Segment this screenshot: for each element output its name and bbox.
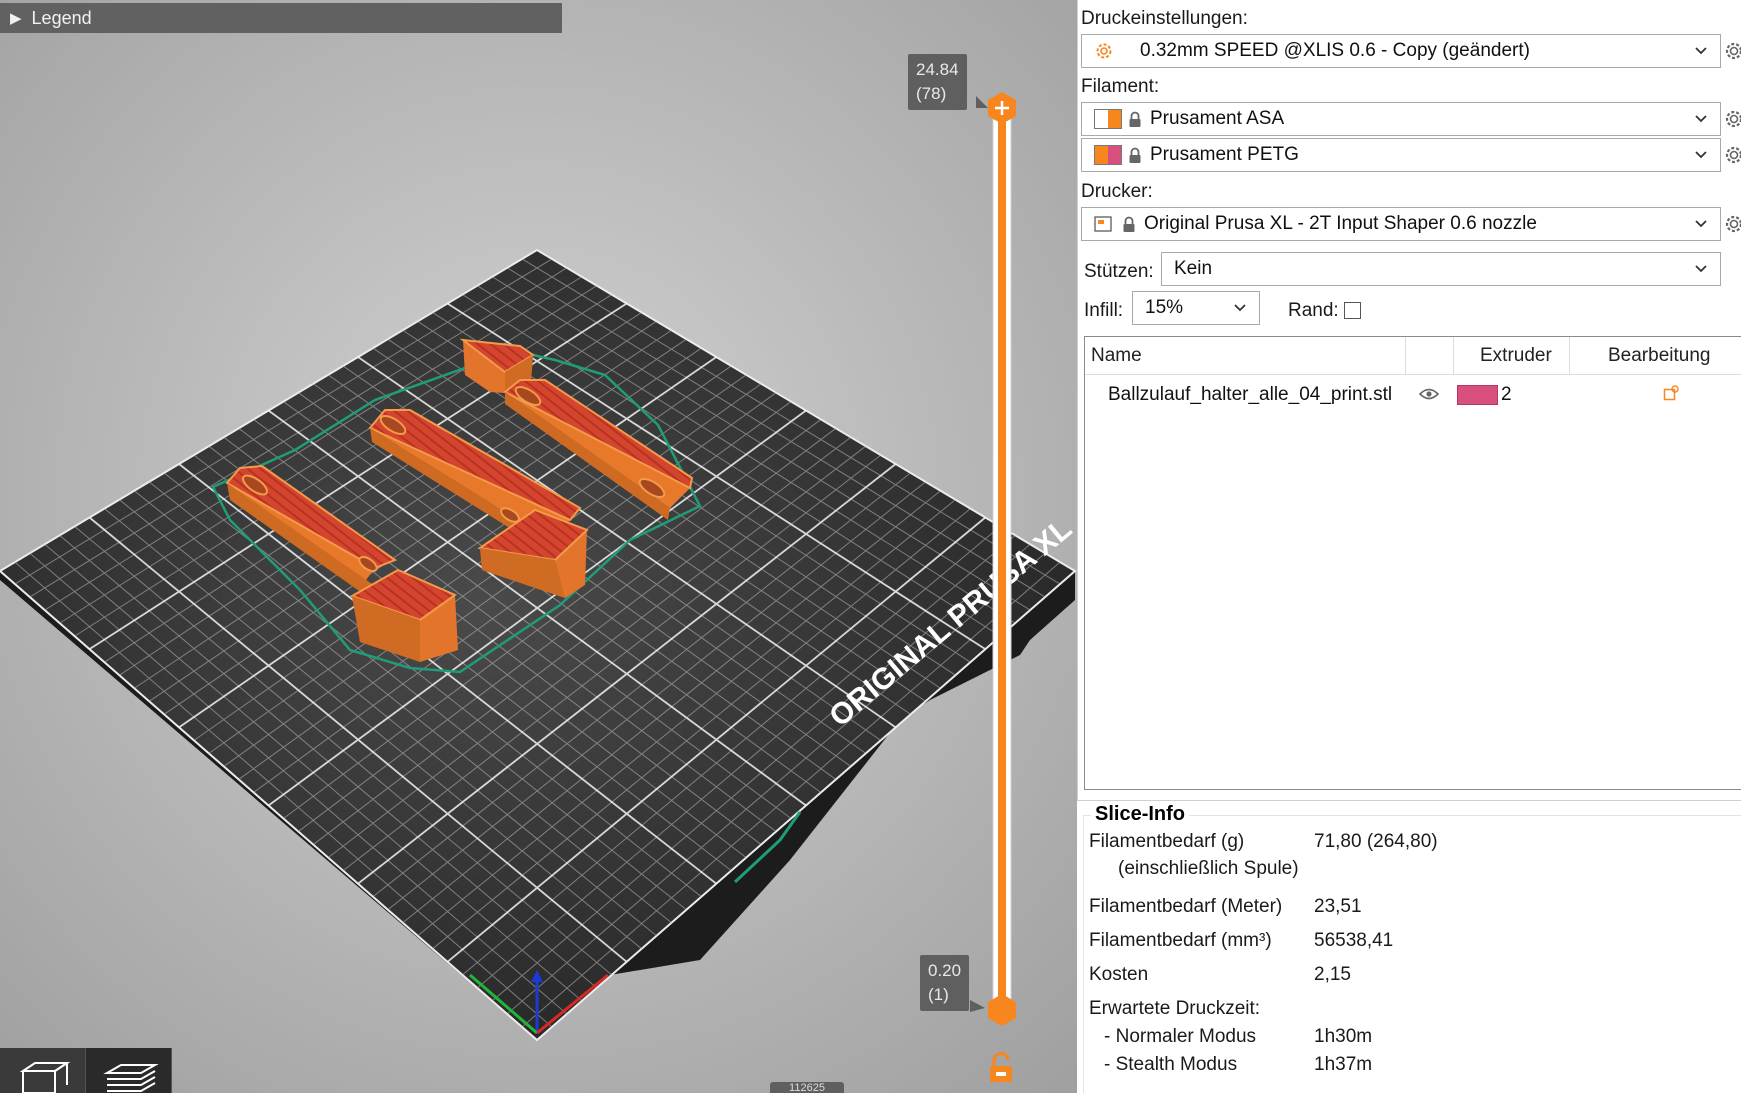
slice-info-title: Slice-Info	[1091, 803, 1190, 826]
chevron-down-icon	[1695, 47, 1707, 55]
move-counter: 112625	[770, 1082, 844, 1093]
col-name-header[interactable]: Name	[1091, 345, 1142, 367]
expand-triangle-icon: ▶	[10, 10, 22, 27]
edit-settings-icon[interactable]	[1663, 385, 1679, 401]
extruder-color-swatch	[1457, 385, 1498, 405]
supports-value: Kein	[1174, 258, 1213, 279]
infill-label: Infill:	[1084, 300, 1124, 321]
eye-icon[interactable]	[1419, 388, 1439, 400]
printer-value: Original Prusa XL - 2T Input Shaper 0.6 …	[1144, 213, 1537, 234]
print-time-label: Erwartete Druckzeit:	[1089, 998, 1261, 1019]
supports-combo[interactable]: Kein	[1161, 252, 1721, 286]
filament-2-name: Prusament PETG	[1150, 144, 1299, 165]
chevron-down-icon	[1695, 115, 1707, 123]
filament-label: Filament:	[1081, 76, 1160, 97]
3d-view-button[interactable]	[0, 1048, 86, 1093]
legend-toggle[interactable]: ▶ Legend	[0, 3, 562, 33]
filament-color-swatch	[1094, 109, 1122, 129]
print-settings-value: 0.32mm SPEED @XLIS 0.6 - Copy (geändert)	[1140, 40, 1530, 61]
bottom-layer-height: 0.20	[928, 961, 962, 980]
printer-combo[interactable]: Original Prusa XL - 2T Input Shaper 0.6 …	[1081, 207, 1721, 241]
printer-label: Drucker:	[1081, 181, 1153, 202]
top-layer-height: 24.84	[916, 60, 959, 79]
view-mode-buttons	[0, 1048, 172, 1093]
3d-preview-viewport[interactable]: ORIGINAL PRUSA XL ▶ Legend 24.84 (78) 0.…	[0, 0, 1077, 1093]
object-name: Ballzulauf_halter_alle_04_print.stl	[1108, 384, 1393, 405]
filament-weight-label: Filamentbedarf (g)	[1089, 831, 1245, 852]
bottom-layer-tooltip: 0.20 (1)	[920, 955, 970, 1011]
cube-icon	[19, 1062, 70, 1093]
cost-value: 2,15	[1314, 964, 1351, 985]
top-layer-number: (78)	[916, 84, 947, 103]
cost-label: Kosten	[1089, 964, 1149, 985]
normal-mode-label: - Normaler Modus	[1104, 1026, 1257, 1047]
filament-weight-value: 71,80 (264,80)	[1314, 831, 1438, 852]
chevron-down-icon	[1695, 265, 1707, 273]
edit-filament-2-gear-icon[interactable]	[1724, 145, 1741, 165]
filament-length-label: Filamentbedarf (Meter)	[1089, 896, 1283, 917]
chevron-down-icon	[1695, 220, 1707, 228]
edit-print-settings-gear-icon[interactable]	[1724, 41, 1741, 61]
object-row[interactable]: Ballzulauf_halter_alle_04_print.stl 2	[1085, 375, 1741, 411]
lock-icon	[1129, 111, 1141, 127]
filament-volume-value: 56538,41	[1314, 930, 1394, 951]
brim-label: Rand:	[1288, 300, 1339, 321]
lock-icon	[1129, 147, 1141, 163]
filament-combo-1[interactable]: Prusament ASA	[1081, 102, 1721, 136]
chevron-down-icon	[1234, 304, 1246, 312]
filament-length-value: 23,51	[1314, 896, 1362, 917]
layer-view-button[interactable]	[86, 1048, 172, 1093]
filament-combo-2[interactable]: Prusament PETG	[1081, 138, 1721, 172]
preview-scene: ORIGINAL PRUSA XL	[0, 0, 1077, 1093]
chevron-down-icon	[1695, 151, 1707, 159]
printer-icon	[1094, 216, 1112, 232]
stealth-mode-value: 1h37m	[1314, 1054, 1373, 1075]
top-layer-tooltip: 24.84 (78)	[908, 54, 967, 110]
filament-1-name: Prusament ASA	[1150, 108, 1285, 129]
slice-info-panel: Slice-Info Filamentbedarf (g) (einschlie…	[1077, 800, 1741, 1093]
normal-mode-value: 1h30m	[1314, 1026, 1373, 1047]
object-list: Name Extruder Bearbeitung Ballzulauf_hal…	[1084, 336, 1741, 790]
print-settings-combo[interactable]: 0.32mm SPEED @XLIS 0.6 - Copy (geändert)	[1081, 34, 1721, 68]
layers-icon	[102, 1064, 159, 1092]
object-list-header: Name Extruder Bearbeitung	[1085, 337, 1741, 375]
col-edit-header[interactable]: Bearbeitung	[1608, 345, 1710, 367]
filament-volume-label: Filamentbedarf (mm³)	[1089, 930, 1272, 951]
brim-checkbox[interactable]	[1344, 302, 1361, 319]
settings-gear-icon	[1096, 43, 1112, 59]
edit-filament-1-gear-icon[interactable]	[1724, 109, 1741, 129]
supports-label: Stützen:	[1084, 261, 1154, 282]
infill-value: 15%	[1145, 297, 1184, 318]
bottom-layer-number: (1)	[928, 985, 949, 1004]
col-extruder-header[interactable]: Extruder	[1480, 345, 1552, 367]
legend-label: Legend	[31, 7, 92, 28]
filament-color-swatch	[1094, 145, 1122, 165]
object-extruder[interactable]: 2	[1501, 384, 1512, 406]
stealth-mode-label: - Stealth Modus	[1104, 1054, 1238, 1075]
edit-printer-gear-icon[interactable]	[1724, 214, 1741, 234]
infill-combo[interactable]: 15%	[1132, 291, 1260, 325]
filament-weight-sublabel: (einschließlich Spule)	[1118, 858, 1299, 879]
print-settings-label: Druckeinstellungen:	[1081, 8, 1248, 29]
lock-icon	[1123, 216, 1135, 232]
